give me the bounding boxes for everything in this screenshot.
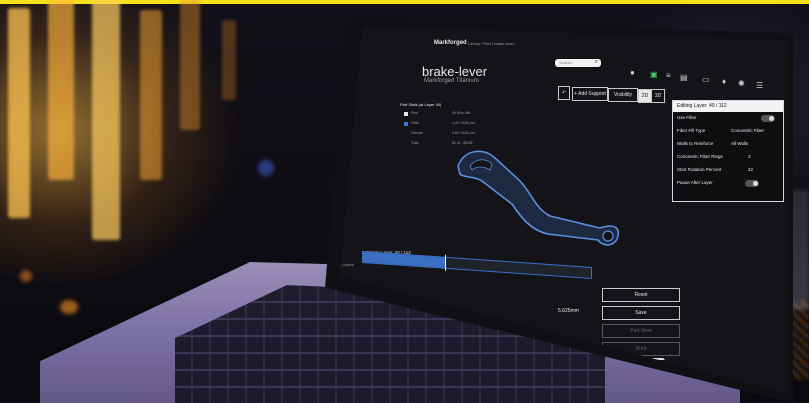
view-3d-button[interactable]: 3D	[651, 89, 665, 103]
bokeh-light-5	[180, 0, 200, 130]
stat-row: Print 3h 59m 48s	[404, 111, 494, 118]
bokeh-light-1	[8, 8, 30, 218]
part-view-button[interactable]: Part View	[602, 324, 680, 338]
use-fiber-label: Use Fiber	[677, 115, 697, 120]
bell-icon[interactable]: ♦	[722, 77, 726, 86]
part-title: brake-lever	[422, 64, 488, 79]
app-logo[interactable]: Markforged	[434, 40, 467, 46]
stat-label: Volume	[411, 131, 423, 135]
timeline-left-label: Layers	[342, 262, 355, 267]
reset-button[interactable]: Reset	[602, 288, 680, 302]
library-icon[interactable]: ▤	[680, 73, 688, 82]
search-icon: ⌕	[594, 59, 598, 65]
stats-heading: Part Stats (at Layer 40)	[400, 102, 442, 107]
undo-button[interactable]: ↶	[558, 86, 570, 100]
stat-swatch	[404, 112, 408, 116]
lever-pivot-hole	[602, 230, 614, 242]
document-icon[interactable]: ▭	[702, 75, 710, 84]
breadcrumb[interactable]: Library / Part / brake-lever	[468, 41, 514, 46]
brake-lever-render[interactable]	[440, 136, 630, 256]
rings-label: Concentric Fiber Rings	[677, 154, 723, 159]
pause-after-layer-label: Pause After Layer	[677, 180, 713, 185]
help-icon[interactable]: ●	[630, 68, 635, 77]
visibility-button[interactable]: Visibility	[608, 88, 638, 102]
add-support-button[interactable]: + Add Support	[572, 87, 608, 101]
start-rotation-label: Start Rotation Percent	[677, 167, 722, 172]
walls-label: Walls to Reinforce	[677, 141, 714, 146]
fiber-fill-type-label: Fiber Fill Type	[677, 128, 706, 133]
layer-slider-handle[interactable]	[445, 254, 447, 271]
walls-select[interactable]: All Walls	[731, 141, 748, 146]
search-placeholder: Search	[559, 60, 572, 65]
bokeh-light-2	[48, 0, 74, 180]
part-material: Markforged Titanium	[424, 78, 479, 84]
pause-after-layer-toggle[interactable]	[745, 180, 759, 187]
panel-header-label: Editing Layer: 40 / 112	[677, 103, 727, 109]
bokeh-light-6	[222, 20, 236, 100]
use-fiber-toggle[interactable]	[761, 115, 775, 122]
settings-icon[interactable]: ✺	[738, 79, 745, 88]
rings-input[interactable]: 3	[748, 154, 751, 159]
search-input[interactable]: Search ⌕	[555, 59, 601, 67]
view-2d-button[interactable]: 2D	[638, 89, 652, 103]
save-button[interactable]: Save	[602, 306, 680, 320]
stat-label: Print	[411, 111, 419, 115]
bokeh-orange-1	[60, 300, 78, 314]
stat-swatch	[404, 122, 408, 126]
layer-slider-fill	[363, 252, 446, 268]
panel-header: Editing Layer: 40 / 112	[673, 101, 783, 112]
top-accent-bar	[0, 0, 809, 4]
stat-row: Fiber 1.40 / 6.85 cm³	[404, 121, 494, 128]
stat-value: 4.80 / 6.81 cm³	[452, 131, 476, 135]
stat-label: Total	[411, 141, 419, 145]
queue-icon[interactable]: ≡	[666, 71, 671, 80]
printer-status-icon[interactable]: ▣	[650, 70, 658, 79]
start-rotation-input[interactable]: 22	[748, 167, 753, 172]
layer-settings-panel: Editing Layer: 40 / 112 Use Fiber Fiber …	[672, 100, 784, 202]
bokeh-orange-2	[20, 270, 32, 282]
stat-value: 1.40 / 6.85 cm³	[452, 121, 476, 125]
stat-label: Fiber	[411, 121, 419, 125]
bokeh-light-3	[92, 0, 120, 240]
fiber-fill-type-select[interactable]: Concentric Fiber	[731, 128, 764, 133]
timeline-value: 5.625mm	[558, 308, 579, 314]
photo-scene: Markforged Library / Part / brake-lever …	[0, 0, 809, 403]
bokeh-blue-1	[258, 160, 274, 176]
stat-value: 3h 59m 48s	[452, 111, 471, 115]
bokeh-light-4	[140, 10, 162, 180]
menu-icon[interactable]: ☰	[756, 81, 763, 90]
